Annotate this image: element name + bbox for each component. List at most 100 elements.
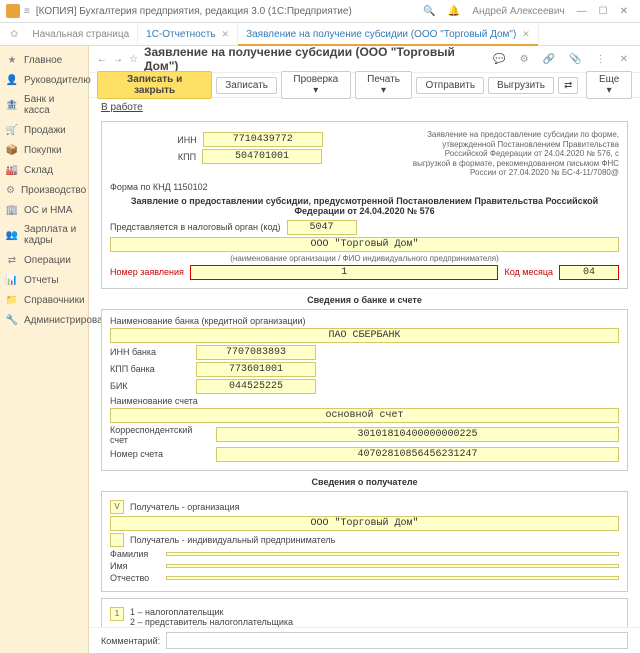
form-note: Заявление на предоставление субсидии по … [405, 130, 619, 178]
compare-button[interactable]: ⇄ [558, 77, 578, 94]
app-logo [6, 4, 20, 18]
people-icon: 👥 [6, 229, 18, 241]
recip-ip-checkbox[interactable] [110, 533, 124, 547]
patr-field[interactable] [166, 576, 619, 580]
sidebar-item-purchases[interactable]: 📦Покупки [0, 140, 88, 160]
forward-icon[interactable]: → [113, 54, 123, 65]
fam-field[interactable] [166, 552, 619, 556]
signer-note1: 1 – налогоплательщик [130, 607, 293, 617]
sidebar-item-salary[interactable]: 👥Зарплата и кадры [0, 220, 88, 250]
tab-reporting[interactable]: 1С-Отчетность✕ [138, 23, 238, 45]
recip-org-field[interactable]: ООО "Торговый Дом" [110, 516, 619, 531]
clip-icon[interactable]: 📎 [565, 54, 585, 65]
bank-icon: 🏦 [6, 99, 18, 111]
bank-kpp-label: КПП банка [110, 364, 190, 374]
tab-home[interactable]: Начальная страница [24, 23, 138, 45]
sidebar-item-manager[interactable]: 👤Руководителю [0, 70, 88, 90]
back-icon[interactable]: ← [97, 54, 107, 65]
print-button[interactable]: Печать ▾ [355, 71, 413, 99]
cart-icon: 🛒 [6, 124, 18, 136]
export-button[interactable]: Выгрузить [488, 77, 554, 94]
fam-label: Фамилия [110, 549, 160, 559]
recip-org-checkbox[interactable]: V [110, 500, 124, 514]
ops-icon: ⇄ [6, 254, 18, 266]
sidebar-item-admin[interactable]: 🔧Администрирование [0, 310, 88, 330]
recip-org-label: Получатель - организация [130, 502, 239, 512]
acc-field[interactable]: 40702810856456231247 [216, 447, 619, 462]
org-field[interactable]: ООО "Торговый Дом" [110, 237, 619, 252]
check-button[interactable]: Проверка ▾ [281, 71, 351, 99]
sidebar-item-production[interactable]: ⚙Производство [0, 180, 88, 200]
korr-field[interactable]: 30101810400000000225 [216, 427, 619, 442]
sidebar-item-assets[interactable]: 🏢ОС и НМА [0, 200, 88, 220]
sidebar-item-main[interactable]: ★Главное [0, 50, 88, 70]
bik-field[interactable]: 044525225 [196, 379, 316, 394]
tax-label: Представляется в налоговый орган (код) [110, 222, 281, 232]
close-doc-icon[interactable]: ✕ [616, 54, 632, 65]
knd-label: Форма по КНД 1150102 [110, 182, 619, 192]
close-tab-icon[interactable]: ✕ [222, 29, 230, 40]
bank-kpp-field[interactable]: 773601001 [196, 362, 316, 377]
bank-section-title: Сведения о банке и счете [101, 295, 628, 305]
save-button[interactable]: Записать [216, 77, 277, 94]
search-icon[interactable]: 🔍 [417, 6, 441, 17]
bell-icon[interactable]: 🔔 [442, 6, 466, 17]
sidebar-item-warehouse[interactable]: 🏭Склад [0, 160, 88, 180]
link-icon[interactable]: 🔗 [539, 54, 559, 65]
sidebar-item-bank[interactable]: 🏦Банк и касса [0, 90, 88, 120]
kpp-field[interactable]: 504701001 [202, 149, 322, 164]
menu-icon[interactable]: ⋮ [592, 54, 610, 65]
sidebar-item-reports[interactable]: 📊Отчеты [0, 270, 88, 290]
more-button[interactable]: Еще ▾ [586, 71, 632, 99]
signer-note2: 2 – представитель налогоплательщика [130, 617, 293, 627]
sidebar-item-sales[interactable]: 🛒Продажи [0, 120, 88, 140]
num-label: Номер заявления [110, 267, 184, 277]
acc-name-label: Наименование счета [110, 396, 619, 406]
bank-inn-field[interactable]: 7707083893 [196, 345, 316, 360]
maximize-icon[interactable]: ☐ [593, 6, 614, 17]
box-icon: 📦 [6, 144, 18, 156]
bank-name-field[interactable]: ПАО СБЕРБАНК [110, 328, 619, 343]
month-field[interactable]: 04 [559, 265, 619, 280]
name-field[interactable] [166, 564, 619, 568]
acc-name-field[interactable]: основной счет [110, 408, 619, 423]
tab-application[interactable]: Заявление на получение субсидии (ООО "То… [238, 23, 539, 45]
doc-status[interactable]: В работе [89, 98, 640, 117]
save-close-button[interactable]: Записать и закрыть [97, 71, 212, 99]
doc-title: Заявление на получение субсидии (ООО "То… [144, 46, 483, 73]
close-tab-icon[interactable]: ✕ [522, 29, 530, 40]
send-button[interactable]: Отправить [416, 77, 484, 94]
sidebar-item-refs[interactable]: 📁Справочники [0, 290, 88, 310]
home-icon[interactable]: ✿ [4, 23, 24, 45]
close-icon[interactable]: ✕ [614, 6, 634, 17]
bank-name-label: Наименование банка (кредитной организаци… [110, 316, 619, 326]
comment-row: Комментарий: [89, 627, 640, 653]
tax-field[interactable]: 5047 [287, 220, 357, 235]
burger-icon[interactable]: ≡ [24, 6, 30, 17]
form-bank: Наименование банка (кредитной организаци… [101, 309, 628, 471]
form-main: ИНН7710439772 КПП504701001 Заявление на … [101, 121, 628, 289]
form-recipient: V Получатель - организация ООО "Торговый … [101, 491, 628, 592]
warehouse-icon: 🏭 [6, 164, 18, 176]
inn-field[interactable]: 7710439772 [203, 132, 323, 147]
sidebar: ★Главное 👤Руководителю 🏦Банк и касса 🛒Пр… [0, 46, 89, 653]
star-icon: ★ [6, 54, 18, 66]
num-field[interactable]: 1 [190, 265, 499, 280]
recipient-section-title: Сведения о получателе [101, 477, 628, 487]
toolbar: Записать и закрыть Записать Проверка ▾ П… [89, 73, 640, 98]
recip-ip-label: Получатель - индивидуальный предпринимат… [130, 535, 335, 545]
korr-label: Корреспондентский счет [110, 425, 210, 445]
user-label[interactable]: Андрей Алексеевич [466, 6, 570, 17]
name-label: Имя [110, 561, 160, 571]
comment-input[interactable] [166, 632, 628, 649]
discuss-icon[interactable]: 💬 [489, 54, 509, 65]
month-label: Код месяца [504, 267, 553, 277]
minimize-icon[interactable]: — [571, 6, 593, 17]
gear-icon[interactable]: ⚙ [516, 54, 533, 65]
sidebar-item-operations[interactable]: ⇄Операции [0, 250, 88, 270]
signer-type-checkbox[interactable]: 1 [110, 607, 124, 621]
folder-icon: 📁 [6, 294, 18, 306]
form-scroll[interactable]: ИНН7710439772 КПП504701001 Заявление на … [89, 117, 640, 627]
bank-inn-label: ИНН банка [110, 347, 190, 357]
fav-icon[interactable]: ☆ [129, 54, 138, 65]
